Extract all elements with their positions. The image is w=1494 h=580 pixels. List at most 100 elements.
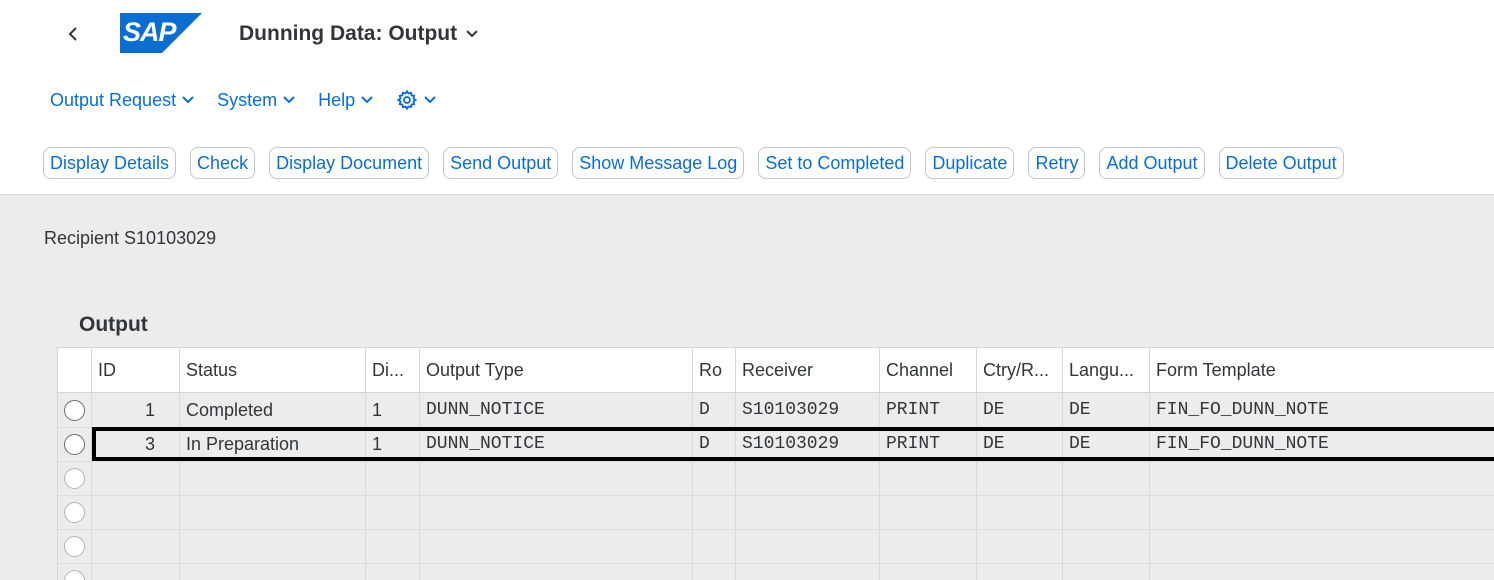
show-message-log-button[interactable]: Show Message Log <box>572 147 744 179</box>
empty-cell <box>693 563 736 580</box>
shell-header: SAP Dunning Data: Output Output Request … <box>0 0 1494 195</box>
column-header-status[interactable]: Status <box>180 348 366 392</box>
row-select-cell <box>58 563 92 580</box>
set-to-completed-button[interactable]: Set to Completed <box>758 147 911 179</box>
column-header-output-type[interactable]: Output Type <box>420 348 693 392</box>
menu-system[interactable]: System <box>217 90 296 111</box>
display-details-button[interactable]: Display Details <box>43 147 176 179</box>
display-document-button[interactable]: Display Document <box>269 147 429 179</box>
menu-label: System <box>217 90 277 111</box>
empty-cell <box>880 529 977 563</box>
row-select-radio[interactable] <box>64 502 85 523</box>
menu-label: Help <box>318 90 355 111</box>
empty-cell <box>736 495 880 529</box>
empty-cell <box>977 563 1063 580</box>
empty-cell <box>180 461 366 495</box>
column-header-country[interactable]: Ctry/R... <box>977 348 1063 392</box>
output-table: ID Status Di... Output Type Ro Receiver … <box>57 347 1494 580</box>
page-title-dropdown[interactable]: Dunning Data: Output <box>239 20 479 48</box>
empty-cell <box>736 529 880 563</box>
row-select-radio[interactable] <box>64 400 85 421</box>
empty-cell <box>1150 495 1494 529</box>
cell-id: 1 <box>92 393 180 427</box>
row-select-cell <box>58 495 92 529</box>
table-title: Output <box>79 313 148 337</box>
empty-cell <box>1063 563 1150 580</box>
cell-status: In Preparation <box>180 427 366 461</box>
recipient-label: Recipient S10103029 <box>44 228 216 249</box>
logo-text: SAP <box>123 17 176 48</box>
empty-cell <box>92 563 180 580</box>
cell-receiver: S10103029 <box>736 393 880 427</box>
header-select-cell <box>58 348 92 392</box>
row-select-radio[interactable] <box>64 570 85 580</box>
row-select-radio[interactable] <box>64 434 85 455</box>
chevron-left-icon <box>67 25 81 43</box>
menu-output-request[interactable]: Output Request <box>50 90 195 111</box>
chevron-down-icon <box>423 95 437 105</box>
column-header-language[interactable]: Langu... <box>1063 348 1150 392</box>
cell-role: D <box>693 427 736 461</box>
empty-cell <box>420 495 693 529</box>
duplicate-button[interactable]: Duplicate <box>925 147 1014 179</box>
column-header-receiver[interactable]: Receiver <box>736 348 880 392</box>
table-row-empty <box>58 563 1494 580</box>
cell-form-template: FIN_FO_DUNN_NOTE <box>1150 427 1494 461</box>
check-button[interactable]: Check <box>190 147 255 179</box>
table-row-empty <box>58 495 1494 530</box>
menu-bar: Output Request System Help <box>50 86 459 114</box>
empty-cell <box>880 495 977 529</box>
column-header-id[interactable]: ID <box>92 348 180 392</box>
empty-cell <box>977 461 1063 495</box>
chevron-down-icon <box>360 95 374 105</box>
empty-cell <box>1063 495 1150 529</box>
cell-output-type: DUNN_NOTICE <box>420 427 693 461</box>
empty-cell <box>736 563 880 580</box>
table-row[interactable]: 1 Completed 1 DUNN_NOTICE D S10103029 PR… <box>58 393 1494 428</box>
add-output-button[interactable]: Add Output <box>1099 147 1204 179</box>
empty-cell <box>180 495 366 529</box>
cell-id: 3 <box>92 427 180 461</box>
gear-icon <box>396 89 418 111</box>
column-header-dispatch[interactable]: Di... <box>366 348 420 392</box>
empty-cell <box>880 461 977 495</box>
settings-menu[interactable] <box>396 89 437 111</box>
empty-cell <box>977 529 1063 563</box>
row-select-cell <box>58 427 92 461</box>
column-header-form-template[interactable]: Form Template <box>1150 348 1494 392</box>
retry-button[interactable]: Retry <box>1028 147 1085 179</box>
chevron-down-icon <box>282 95 296 105</box>
back-button[interactable] <box>60 20 88 48</box>
cell-channel: PRINT <box>880 427 977 461</box>
row-select-radio[interactable] <box>64 468 85 489</box>
empty-cell <box>736 461 880 495</box>
empty-cell <box>92 529 180 563</box>
cell-status: Completed <box>180 393 366 427</box>
cell-language: DE <box>1063 427 1150 461</box>
empty-cell <box>180 563 366 580</box>
column-header-channel[interactable]: Channel <box>880 348 977 392</box>
row-select-radio[interactable] <box>64 536 85 557</box>
empty-cell <box>1150 529 1494 563</box>
row-select-cell <box>58 461 92 495</box>
cell-dispatch: 1 <box>366 393 420 427</box>
cell-channel: PRINT <box>880 393 977 427</box>
column-header-role[interactable]: Ro <box>693 348 736 392</box>
table-row[interactable]: 3 In Preparation 1 DUNN_NOTICE D S101030… <box>58 427 1494 462</box>
sap-logo: SAP <box>120 13 202 53</box>
row-select-cell <box>58 529 92 563</box>
table-row-empty <box>58 529 1494 564</box>
empty-cell <box>366 495 420 529</box>
empty-cell <box>693 461 736 495</box>
empty-cell <box>366 529 420 563</box>
chevron-down-icon <box>465 29 479 39</box>
cell-language: DE <box>1063 393 1150 427</box>
send-output-button[interactable]: Send Output <box>443 147 558 179</box>
cell-form-template: FIN_FO_DUNN_NOTE <box>1150 393 1494 427</box>
empty-cell <box>420 461 693 495</box>
delete-output-button[interactable]: Delete Output <box>1219 147 1344 179</box>
row-select-cell <box>58 393 92 427</box>
cell-country: DE <box>977 393 1063 427</box>
chevron-down-icon <box>181 95 195 105</box>
menu-help[interactable]: Help <box>318 90 374 111</box>
